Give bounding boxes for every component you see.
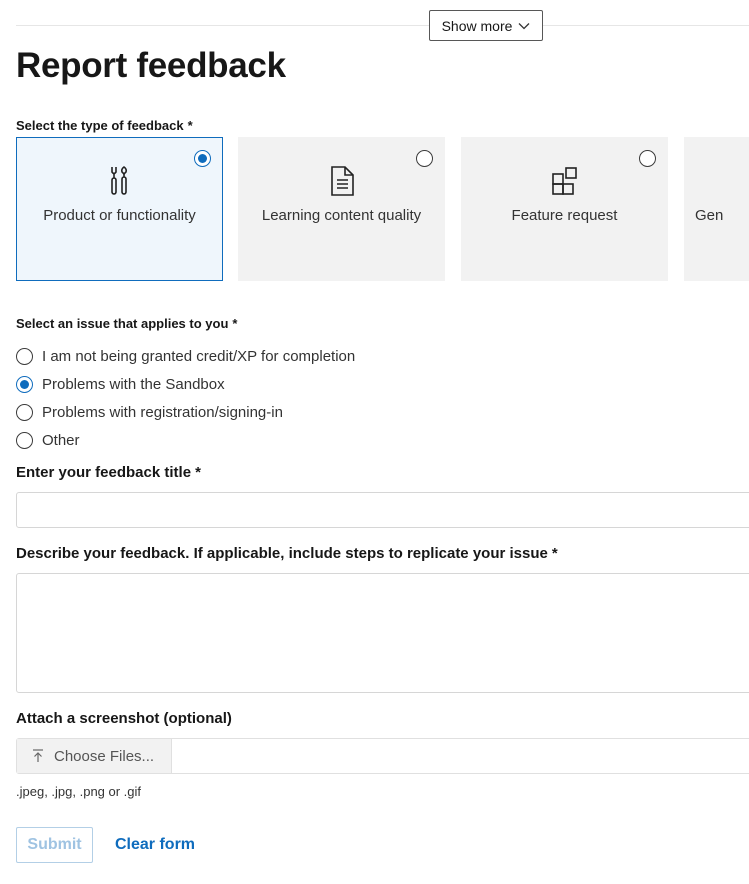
issue-option-credit[interactable]: I am not being granted credit/XP for com… [16,342,355,370]
feedback-type-label-text: Feature request [511,207,618,224]
show-more-button[interactable]: Show more [429,10,543,41]
submit-button[interactable]: Submit [16,827,93,863]
issue-option-label: Other [42,431,80,449]
issue-radio-group: I am not being granted credit/XP for com… [16,342,355,454]
feedback-type-card-learning[interactable]: Learning content quality [238,137,445,281]
radio-other[interactable] [16,431,33,449]
clear-form-link[interactable]: Clear form [115,836,195,854]
choose-files-button[interactable]: Choose Files... [17,739,172,773]
page-title: Report feedback [16,46,286,85]
upload-icon [33,749,43,762]
issue-option-other[interactable]: Other [16,426,355,454]
file-upload-field[interactable]: Choose Files... [16,738,749,774]
issue-option-label: Problems with registration/signing-in [42,403,283,421]
attachment-label: Attach a screenshot (optional) [16,710,232,727]
feedback-title-label: Enter your feedback title * [16,464,201,481]
issue-option-label: I am not being granted credit/XP for com… [42,347,356,365]
feedback-description-textarea[interactable] [16,573,749,693]
radio-credit[interactable] [16,347,33,365]
feedback-type-label-text: Product or functionality [43,207,196,224]
feedback-type-card-general[interactable]: Gen [684,137,749,281]
feedback-description-label: Describe your feedback. If applicable, i… [16,545,558,562]
document-icon [330,166,354,196]
file-type-hint: .jpeg, .jpg, .png or .gif [16,784,142,799]
issue-label: Select an issue that applies to you * [16,316,238,331]
radio-sandbox[interactable] [16,375,33,393]
radio-registration[interactable] [16,403,33,421]
feedback-type-card-feature[interactable]: Feature request [461,137,668,281]
top-divider [16,25,749,26]
show-more-label: Show more [441,17,513,34]
choose-files-label: Choose Files... [54,747,155,765]
chevron-down-icon [518,22,530,29]
feedback-title-input[interactable] [16,492,749,528]
feedback-type-cards: Product or functionality Learning conten… [16,137,749,281]
feedback-type-label-text: Gen [695,207,724,224]
feedback-type-card-product[interactable]: Product or functionality [16,137,223,281]
issue-option-registration[interactable]: Problems with registration/signing-in [16,398,355,426]
feedback-type-label: Select the type of feedback * [16,118,193,133]
issue-option-label: Problems with the Sandbox [42,375,225,393]
apps-add-icon [551,167,577,195]
feedback-type-label-text: Learning content quality [261,207,422,224]
issue-option-sandbox[interactable]: Problems with the Sandbox [16,370,355,398]
tools-icon [110,166,127,195]
